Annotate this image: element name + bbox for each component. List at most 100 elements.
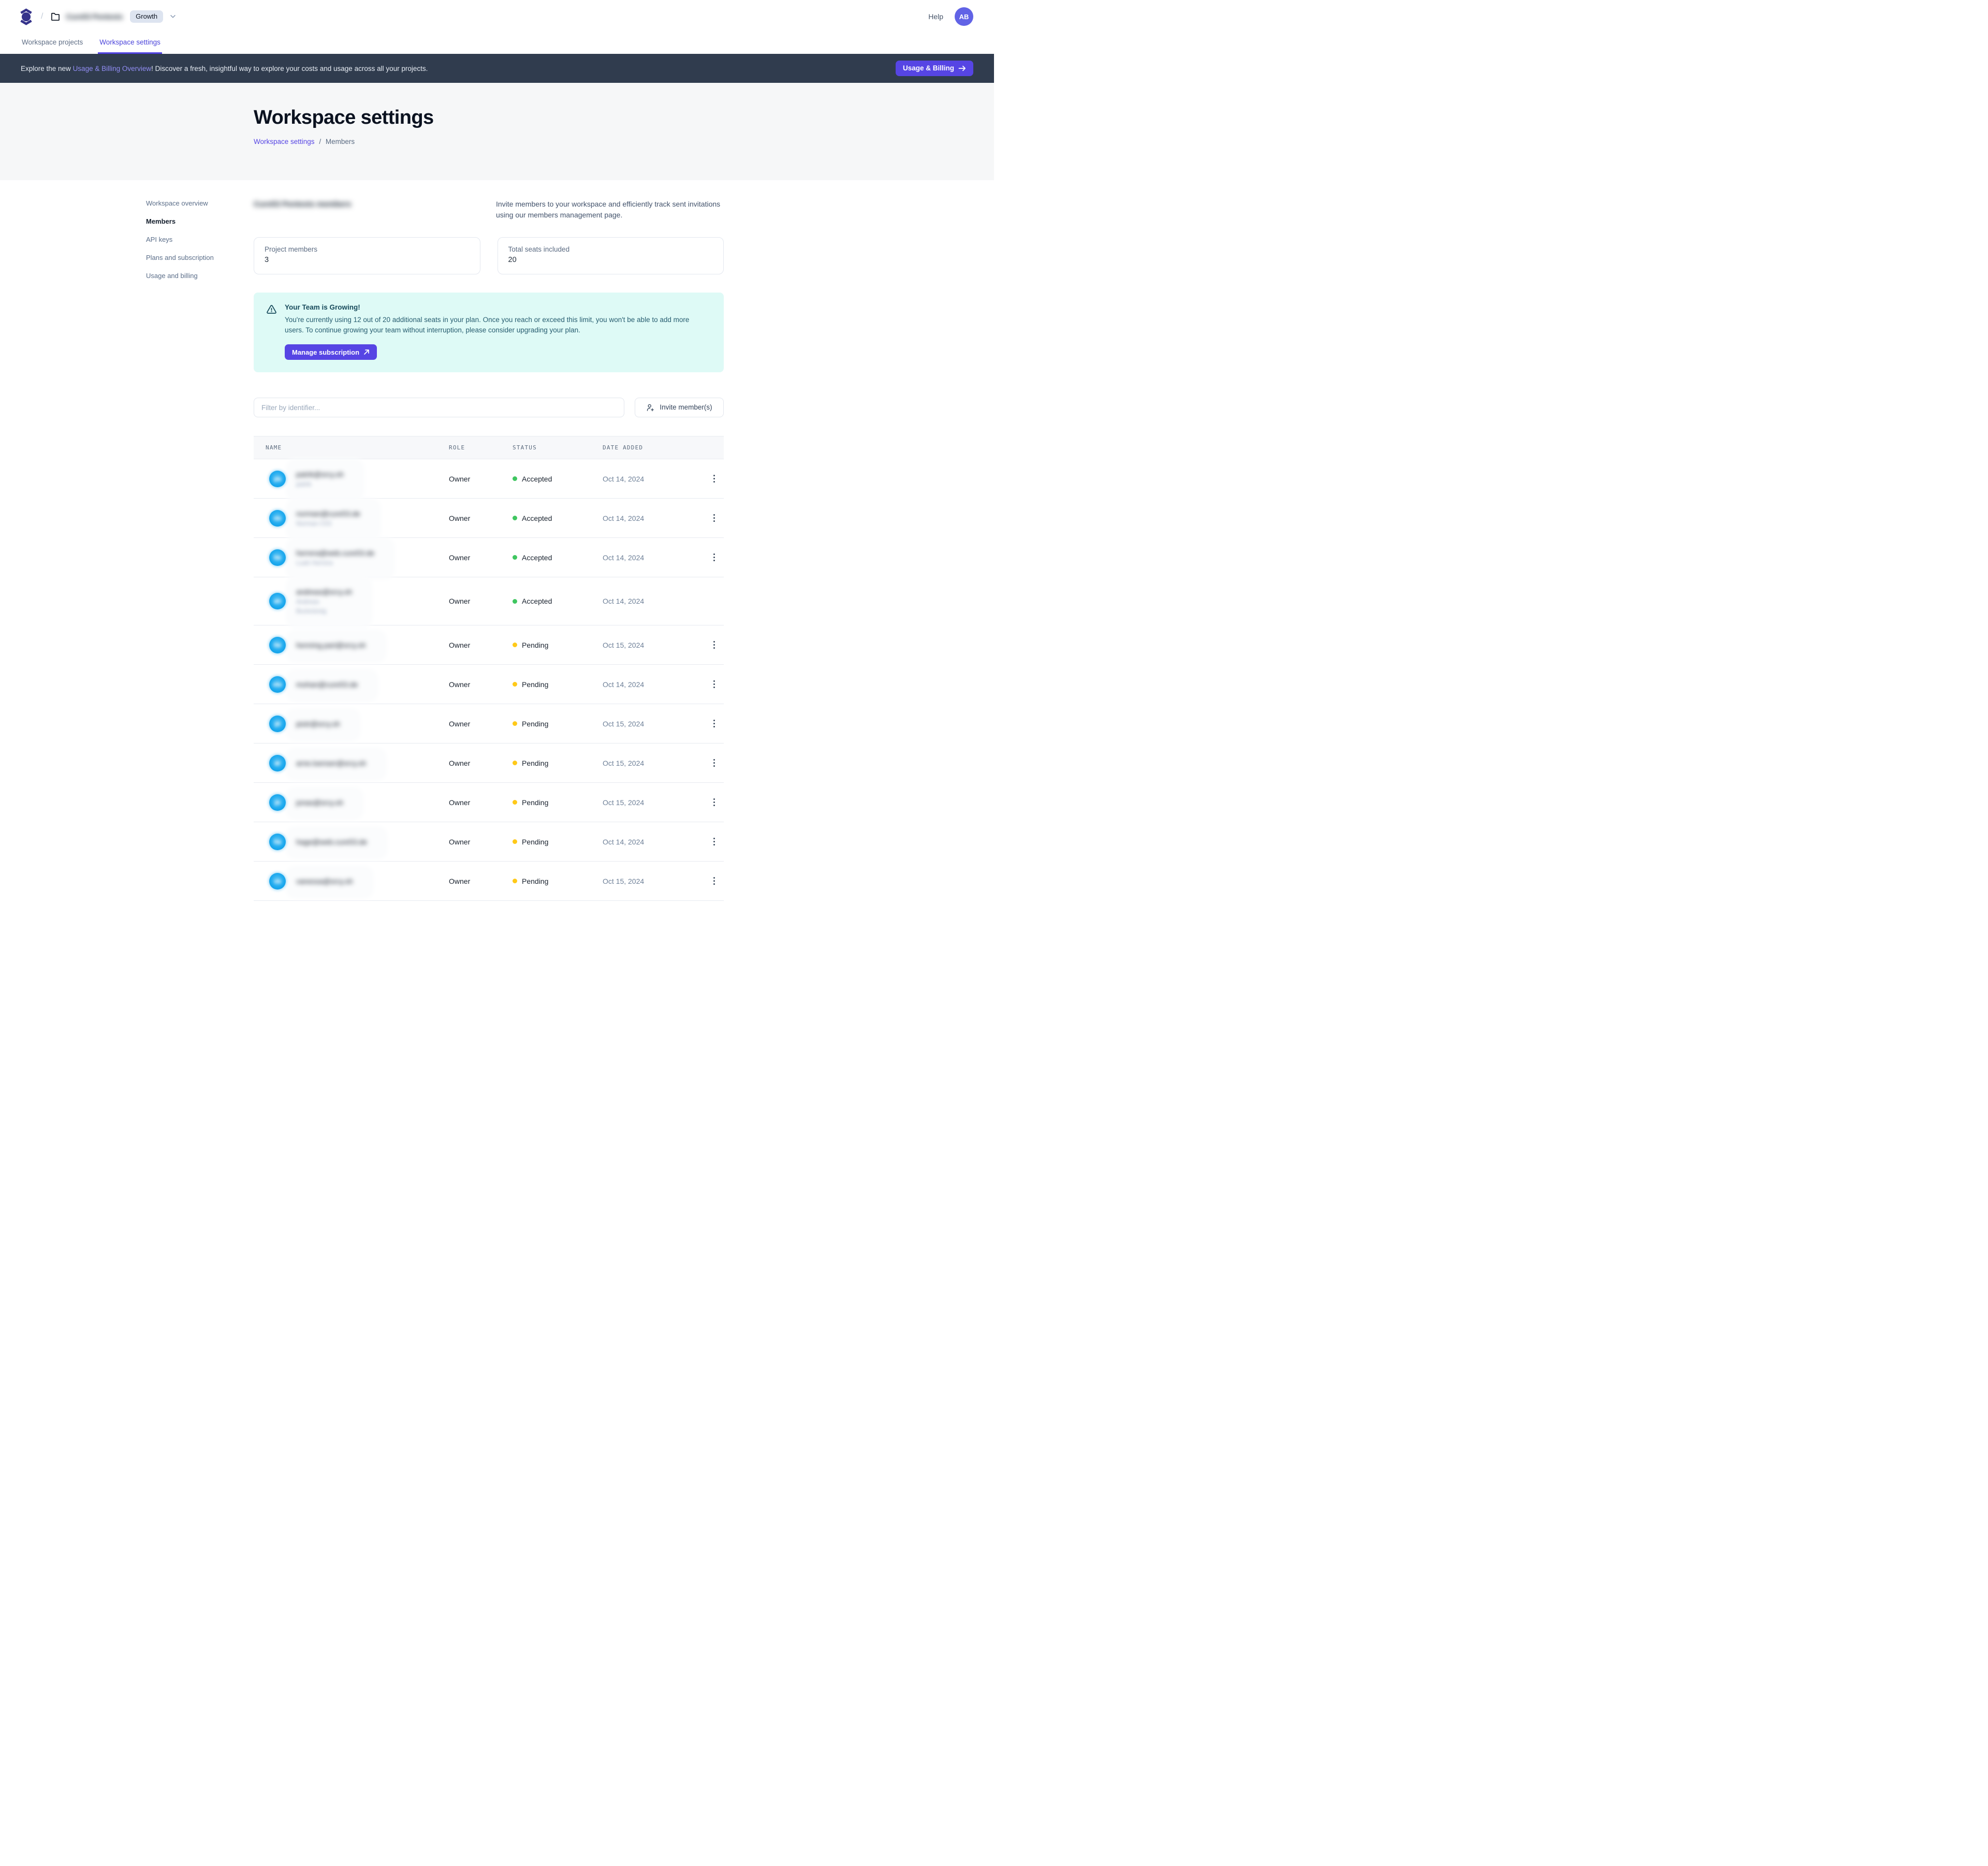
page: / Cure53 Pentests Growth Help AB Workspa… xyxy=(0,0,994,933)
workspace-name[interactable]: Cure53 Pentests xyxy=(66,12,123,21)
header-tab[interactable]: Workspace projects xyxy=(20,38,84,54)
row-menu-button[interactable] xyxy=(711,511,718,525)
member-name-cell: va vanessa@srcy.sh xyxy=(266,873,449,890)
banner-text: Explore the new Usage & Billing Overview… xyxy=(21,65,428,72)
header-tab[interactable]: Workspace settings xyxy=(98,38,162,54)
invite-members-button[interactable]: Invite member(s) xyxy=(635,398,724,417)
member-email: andreas@srcy.sh xyxy=(296,588,352,596)
row-menu-button[interactable] xyxy=(711,550,718,564)
user-plus-icon xyxy=(646,403,655,412)
status-dot-icon xyxy=(513,879,517,883)
table-header: NAME ROLE STATUS DATE ADDED xyxy=(254,436,724,459)
member-role: Owner xyxy=(449,759,513,767)
row-menu-button[interactable] xyxy=(711,472,718,486)
total-seats-card: Total seats included 20 xyxy=(498,237,724,274)
filter-input[interactable] xyxy=(254,398,624,417)
member-role: Owner xyxy=(449,680,513,689)
member-date-added: Oct 15, 2024 xyxy=(603,877,708,885)
sidebar-item[interactable]: API keys xyxy=(146,235,254,244)
sidebar-item[interactable]: Usage and billing xyxy=(146,271,254,280)
breadcrumb-current: Members xyxy=(326,138,355,145)
status-dot-icon xyxy=(513,599,517,604)
member-role: Owner xyxy=(449,514,513,522)
member-name-cell: he henning.pari@srcy.sh xyxy=(266,637,449,653)
row-menu-button[interactable] xyxy=(711,795,718,809)
member-name-cell: pi piotr@srcy.sh xyxy=(266,716,449,732)
member-email: mohan@cure53.de xyxy=(296,680,358,689)
status-dot-icon xyxy=(513,682,517,687)
warning-icon xyxy=(266,304,277,360)
table-row: he henning.pari@srcy.sh Owner Pending Oc… xyxy=(254,625,724,665)
user-avatar[interactable]: AB xyxy=(955,7,973,26)
member-role: Owner xyxy=(449,641,513,649)
member-date-added: Oct 14, 2024 xyxy=(603,680,708,689)
arrow-up-right-icon xyxy=(363,349,370,355)
sidebar-item[interactable]: Members xyxy=(146,217,254,226)
avatar: pi xyxy=(269,716,286,732)
member-date-added: Oct 14, 2024 xyxy=(603,838,708,846)
manage-subscription-button[interactable]: Manage subscription xyxy=(285,344,377,360)
header-tabs: Workspace projects Workspace settings xyxy=(0,33,994,54)
row-menu-button[interactable] xyxy=(711,638,718,652)
member-date-added: Oct 14, 2024 xyxy=(603,475,708,483)
alert-title: Your Team is Growing! xyxy=(285,303,709,311)
plan-badge: Growth xyxy=(130,10,163,23)
member-date-added: Oct 15, 2024 xyxy=(603,798,708,807)
breadcrumb-link[interactable]: Workspace settings xyxy=(254,138,315,145)
member-email: norman@cure53.de xyxy=(296,509,360,518)
member-date-added: Oct 14, 2024 xyxy=(603,514,708,522)
member-status: Accepted xyxy=(513,475,603,483)
member-name-cell: jo jonas@srcy.sh xyxy=(266,794,449,811)
member-secondary-label: Luah Herrera xyxy=(296,559,374,566)
member-email: henning.pari@srcy.sh xyxy=(296,641,366,649)
avatar: pa xyxy=(269,471,286,487)
chevron-down-icon[interactable] xyxy=(169,13,177,20)
member-date-added: Oct 15, 2024 xyxy=(603,641,708,649)
member-status: Accepted xyxy=(513,597,603,605)
row-menu-button[interactable] xyxy=(711,677,718,691)
table-row: va vanessa@srcy.sh Owner Pending Oct 15,… xyxy=(254,862,724,901)
member-secondary-label: Norman C53 xyxy=(296,520,360,527)
section-title: Cure53 Pentests members xyxy=(254,200,351,209)
avatar: no xyxy=(269,510,286,527)
project-members-card: Project members 3 xyxy=(254,237,480,274)
sidebar-item[interactable]: Plans and subscription xyxy=(146,253,254,262)
help-link[interactable]: Help xyxy=(928,12,943,21)
member-name-cell: pa patrik@srcy.sh patrik xyxy=(266,467,449,491)
table-row: pi piotr@srcy.sh Owner Pending Oct 15, 2… xyxy=(254,704,724,744)
app-logo-icon[interactable] xyxy=(20,8,33,25)
usage-billing-button[interactable]: Usage & Billing xyxy=(896,61,973,76)
banner-link[interactable]: Usage & Billing Overview xyxy=(73,65,152,72)
row-menu-button[interactable] xyxy=(711,835,718,849)
status-dot-icon xyxy=(513,721,517,726)
member-status: Pending xyxy=(513,641,603,649)
col-name: NAME xyxy=(266,444,449,451)
member-status: Pending xyxy=(513,877,603,885)
row-menu-button[interactable] xyxy=(711,717,718,731)
announcement-banner: Explore the new Usage & Billing Overview… xyxy=(0,54,994,83)
sidebar-item[interactable]: Workspace overview xyxy=(146,199,254,208)
member-status: Accepted xyxy=(513,553,603,562)
member-name-cell: an andreas@srcy.sh AndreasBuckolzeig xyxy=(266,585,449,618)
page-hero: Workspace settings Workspace settings / … xyxy=(0,83,994,180)
member-role: Owner xyxy=(449,475,513,483)
member-name-cell: mo mohan@cure53.de xyxy=(266,676,449,693)
table-row: no norman@cure53.de Norman C53 Owner Acc… xyxy=(254,499,724,538)
avatar: ha xyxy=(269,834,286,850)
member-date-added: Oct 15, 2024 xyxy=(603,759,708,767)
col-role: ROLE xyxy=(449,444,513,451)
row-menu-button[interactable] xyxy=(711,874,718,888)
member-date-added: Oct 14, 2024 xyxy=(603,553,708,562)
row-menu-button[interactable] xyxy=(711,756,718,770)
status-dot-icon xyxy=(513,516,517,520)
member-role: Owner xyxy=(449,877,513,885)
usage-billing-button-label: Usage & Billing xyxy=(903,65,954,72)
member-status: Pending xyxy=(513,798,603,807)
member-name-cell: ha hage@web.cure53.de xyxy=(266,834,449,850)
table-row: mo mohan@cure53.de Owner Pending Oct 14,… xyxy=(254,665,724,704)
card-value: 20 xyxy=(508,256,713,264)
breadcrumb: Workspace settings / Members xyxy=(254,138,994,145)
breadcrumb-separator: / xyxy=(41,12,43,21)
stat-cards: Project members 3 Total seats included 2… xyxy=(254,237,724,274)
manage-subscription-label: Manage subscription xyxy=(292,349,359,356)
